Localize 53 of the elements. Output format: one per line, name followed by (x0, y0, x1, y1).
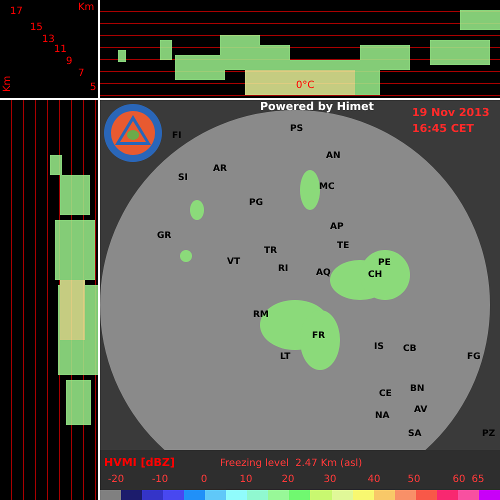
city-label: TR (264, 246, 278, 256)
scale-tick-label: 60 (452, 474, 466, 485)
height-label: 5 (90, 82, 96, 94)
unit-label: Km (2, 76, 14, 92)
city-label: AV (414, 405, 428, 415)
scale-tick-label: -20 (108, 474, 124, 485)
height-label: 17 (10, 6, 23, 18)
city-label: FR (312, 331, 326, 341)
scale-tick-label: -10 (152, 474, 168, 485)
city-label: PE (378, 258, 391, 268)
scale-tick-label: 20 (282, 474, 294, 485)
city-label: CH (368, 270, 382, 280)
city-label: LT (280, 352, 290, 362)
city-label: PS (290, 124, 304, 134)
unit-label: Km (78, 2, 94, 14)
city-label: TE (337, 241, 350, 251)
city-label: AQ (316, 268, 331, 278)
freezing-marker: 0°C (296, 80, 314, 91)
city-label: FG (467, 352, 481, 362)
time-label: 16:45 CET (412, 122, 474, 135)
emblem-logo (103, 103, 163, 163)
city-label: AP (330, 222, 344, 232)
city-label: SI (178, 173, 188, 183)
city-label: PG (249, 198, 263, 208)
product-label: HVMI [dBZ] (104, 456, 175, 469)
scale-tick-label: 10 (240, 474, 252, 485)
city-label: SA (408, 429, 422, 439)
city-label: AN (326, 151, 340, 161)
city-label: NA (375, 411, 390, 421)
scale-tick-label: 40 (368, 474, 380, 485)
credit-text: Powered by Himet (260, 100, 374, 113)
freezing-level-text: Freezing level 2.47 Km (asl) (220, 458, 362, 469)
city-label: BN (410, 384, 424, 394)
scale-tick-label: 65 (472, 474, 484, 485)
date-label: 19 Nov 2013 (412, 106, 490, 119)
scale-tick-label: 30 (324, 474, 336, 485)
city-label: MC (319, 182, 335, 192)
city-label: PZ (482, 429, 496, 439)
city-label: CB (403, 344, 416, 354)
city-label: IS (374, 342, 384, 352)
height-label: 13 (42, 34, 55, 46)
height-label: 9 (66, 56, 72, 68)
city-label: RI (278, 264, 288, 274)
city-label: CE (379, 389, 392, 399)
city-label: VT (227, 257, 240, 267)
scale-tick-label: 0 (200, 474, 208, 485)
height-label: 7 (78, 68, 84, 80)
height-label: 15 (30, 22, 43, 34)
city-label: FI (172, 131, 182, 141)
city-label: GR (157, 231, 172, 241)
scale-tick-label: 50 (408, 474, 420, 485)
height-label: 11 (54, 44, 67, 56)
city-label: AR (213, 164, 227, 174)
